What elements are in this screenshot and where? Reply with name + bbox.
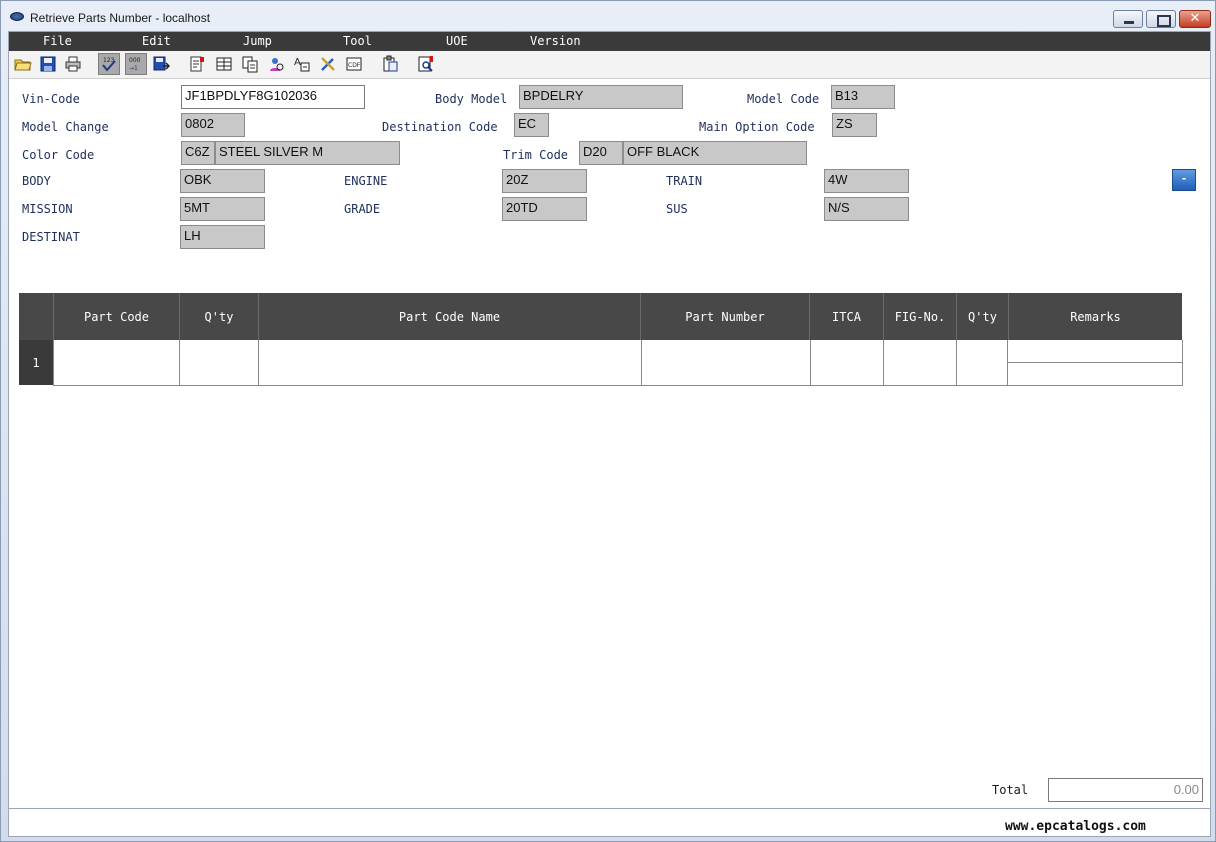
- col-fig-no[interactable]: FIG-No.: [883, 293, 956, 340]
- col-qty-2[interactable]: Q'ty: [956, 293, 1008, 340]
- cell-part-code[interactable]: [53, 340, 180, 386]
- grid-icon[interactable]: [213, 53, 235, 75]
- client-area: File Edit Jump Tool UOE Version 123 000 →…: [8, 31, 1211, 837]
- col-part-code[interactable]: Part Code: [53, 293, 179, 340]
- note-flag-icon[interactable]: [186, 53, 208, 75]
- cdf-icon[interactable]: CDF: [343, 53, 365, 75]
- vin-code-input[interactable]: JF1BPDLYF8G102036: [181, 85, 365, 109]
- menu-uoe[interactable]: UOE: [446, 34, 468, 48]
- model-change-field: 0802: [181, 113, 245, 137]
- destination-code-field: EC: [514, 113, 549, 137]
- menu-file[interactable]: File: [43, 34, 72, 48]
- maximize-icon: [1147, 11, 1175, 27]
- main-option-code-field: ZS: [832, 113, 877, 137]
- cell-qty[interactable]: [180, 340, 259, 386]
- body-model-field: BPDELRY: [519, 85, 683, 109]
- remarks-divider: [1008, 362, 1182, 363]
- svg-text:CDF: CDF: [348, 62, 361, 69]
- cell-remarks[interactable]: [1008, 340, 1183, 386]
- menu-edit[interactable]: Edit: [142, 34, 171, 48]
- open-folder-icon[interactable]: [12, 53, 34, 75]
- window-title: Retrieve Parts Number - localhost: [30, 11, 211, 25]
- title-bar[interactable]: Retrieve Parts Number - localhost ✕: [1, 1, 1215, 31]
- menu-tool[interactable]: Tool: [343, 34, 372, 48]
- app-logo-icon: [10, 12, 24, 21]
- grade-label: GRADE: [344, 202, 381, 216]
- minimize-button[interactable]: [1113, 10, 1143, 28]
- main-option-code-label: Main Option Code: [699, 120, 815, 134]
- col-qty[interactable]: Q'ty: [179, 293, 258, 340]
- body-model-label: Body Model: [435, 92, 508, 106]
- copy-pages-icon[interactable]: [239, 53, 261, 75]
- collapse-button[interactable]: -: [1172, 169, 1196, 191]
- model-code-field: B13: [831, 85, 895, 109]
- cell-fig-no[interactable]: [884, 340, 957, 386]
- cell-part-number[interactable]: [642, 340, 811, 386]
- clipboard-icon[interactable]: [379, 53, 401, 75]
- row-number[interactable]: 1: [19, 340, 53, 385]
- watermark: www.epcatalogs.com: [1005, 819, 1146, 834]
- renumber-icon[interactable]: 000 →1: [125, 53, 147, 75]
- destinat-label: DESTINAT: [22, 230, 80, 244]
- col-part-number[interactable]: Part Number: [640, 293, 809, 340]
- engine-field: 20Z: [502, 169, 587, 193]
- trim-code-field: D20: [579, 141, 623, 165]
- grade-field: 20TD: [502, 197, 587, 221]
- menu-bar: File Edit Jump Tool UOE Version: [9, 32, 1210, 51]
- table-header: Part Code Q'ty Part Code Name Part Numbe…: [19, 293, 1182, 340]
- save-export-icon[interactable]: [150, 53, 172, 75]
- cell-qty-2[interactable]: [957, 340, 1008, 386]
- mission-field: 5MT: [180, 197, 265, 221]
- body-label: BODY: [22, 174, 51, 188]
- menu-jump[interactable]: Jump: [243, 34, 272, 48]
- text-edit-icon[interactable]: A: [291, 53, 313, 75]
- model-code-label: Model Code: [747, 92, 820, 106]
- svg-text:000: 000: [129, 57, 141, 64]
- application-window: Retrieve Parts Number - localhost ✕ File…: [0, 0, 1216, 842]
- print-icon[interactable]: [62, 53, 84, 75]
- status-bar-divider: [9, 808, 1210, 809]
- minimize-icon: [1114, 11, 1142, 27]
- search-person-icon[interactable]: [265, 53, 287, 75]
- train-field: 4W: [824, 169, 909, 193]
- engine-label: ENGINE: [344, 174, 388, 188]
- sus-label: SUS: [666, 202, 688, 216]
- col-itca[interactable]: ITCA: [809, 293, 883, 340]
- total-field: 0.00: [1048, 778, 1203, 802]
- col-part-code-name[interactable]: Part Code Name: [258, 293, 640, 340]
- cell-itca[interactable]: [811, 340, 884, 386]
- total-label: Total: [992, 783, 1029, 797]
- toolbar: 123 000 →1 A CDF: [9, 51, 1210, 79]
- save-icon[interactable]: [37, 53, 59, 75]
- check-numbers-icon[interactable]: 123: [98, 53, 120, 75]
- color-code-field: C6Z: [181, 141, 215, 165]
- inspect-doc-icon[interactable]: [415, 53, 437, 75]
- vin-code-label: Vin-Code: [22, 92, 80, 106]
- sus-field: N/S: [824, 197, 909, 221]
- svg-text:A: A: [294, 57, 301, 68]
- destinat-field: LH: [180, 225, 265, 249]
- tools-icon[interactable]: [317, 53, 339, 75]
- cell-part-code-name[interactable]: [259, 340, 642, 386]
- trim-name-field: OFF BLACK: [623, 141, 807, 165]
- color-name-field: STEEL SILVER M: [215, 141, 400, 165]
- svg-text:→1: →1: [129, 65, 138, 72]
- col-remarks[interactable]: Remarks: [1008, 293, 1182, 340]
- trim-code-label: Trim Code: [503, 148, 569, 162]
- train-label: TRAIN: [666, 174, 703, 188]
- close-button[interactable]: ✕: [1179, 10, 1211, 28]
- mission-label: MISSION: [22, 202, 73, 216]
- parts-table: Part Code Q'ty Part Code Name Part Numbe…: [19, 293, 1183, 386]
- destination-code-label: Destination Code: [382, 120, 498, 134]
- maximize-button[interactable]: [1146, 10, 1176, 28]
- color-code-label: Color Code: [22, 148, 95, 162]
- model-change-label: Model Change: [22, 120, 109, 134]
- close-icon: ✕: [1189, 11, 1201, 26]
- menu-version[interactable]: Version: [530, 34, 581, 48]
- body-field: OBK: [180, 169, 265, 193]
